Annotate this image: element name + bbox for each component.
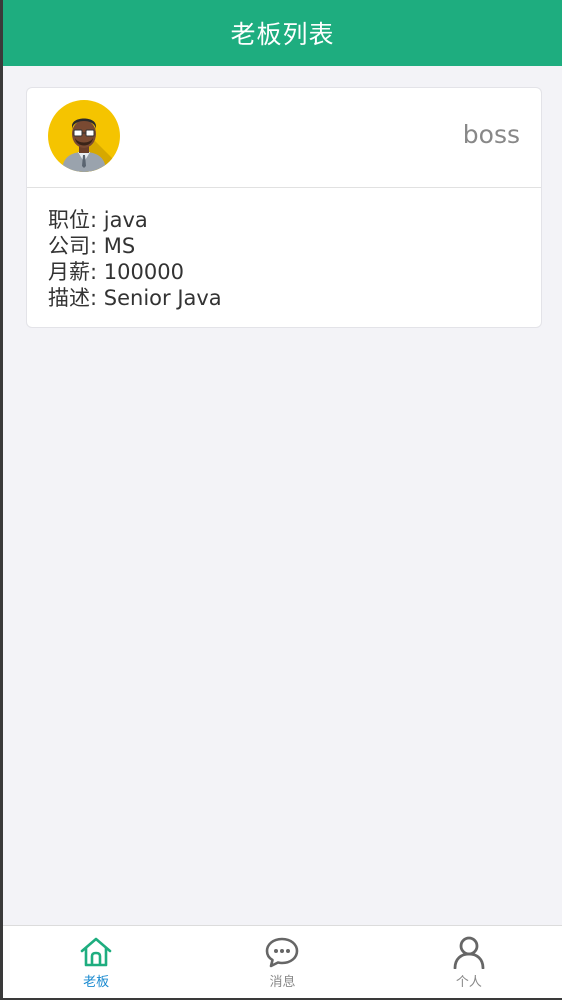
colon: :: [90, 286, 104, 310]
tab-label: 老板: [83, 975, 110, 990]
tab-messages[interactable]: 消息: [189, 926, 375, 998]
avatar: [48, 100, 120, 172]
info-label: 月薪: [48, 260, 90, 284]
info-value: Senior Java: [103, 286, 222, 310]
card-extra-text: boss: [462, 120, 520, 149]
page-title: 老板列表: [230, 20, 335, 49]
home-icon: [80, 937, 112, 967]
info-value: 100000: [103, 260, 184, 284]
tab-profile[interactable]: 个人: [376, 926, 562, 998]
colon: :: [90, 234, 104, 258]
info-value: MS: [103, 234, 136, 258]
message-bubble-icon: [266, 937, 299, 968]
person-icon: [453, 936, 485, 969]
info-label: 职位: [48, 208, 90, 232]
card-header: boss: [27, 88, 541, 188]
info-label: 公司: [48, 234, 90, 258]
tab-label: 个人: [455, 975, 482, 990]
info-value: java: [103, 208, 148, 232]
boss-card[interactable]: boss 职位: java 公司: MS 月薪: 100000 描述: Seni…: [26, 87, 542, 328]
info-company: 公司: MS: [48, 233, 222, 259]
tab-label: 消息: [269, 975, 296, 990]
info-label: 描述: [48, 286, 90, 310]
colon: :: [90, 208, 104, 232]
colon: :: [90, 260, 104, 284]
card-body: 职位: java 公司: MS 月薪: 100000 描述: Senior Ja…: [48, 207, 222, 311]
info-description: 描述: Senior Java: [48, 285, 222, 311]
info-salary: 月薪: 100000: [48, 259, 222, 285]
tab-bar: 老板 消息 个人: [3, 925, 562, 998]
tab-boss[interactable]: 老板: [3, 926, 189, 998]
app-screen: 老板列表 boss 职位: java 公司: MS 月薪: 100000 描述:…: [3, 0, 562, 998]
info-position: 职位: java: [48, 207, 222, 233]
navbar: 老板列表: [3, 0, 562, 66]
